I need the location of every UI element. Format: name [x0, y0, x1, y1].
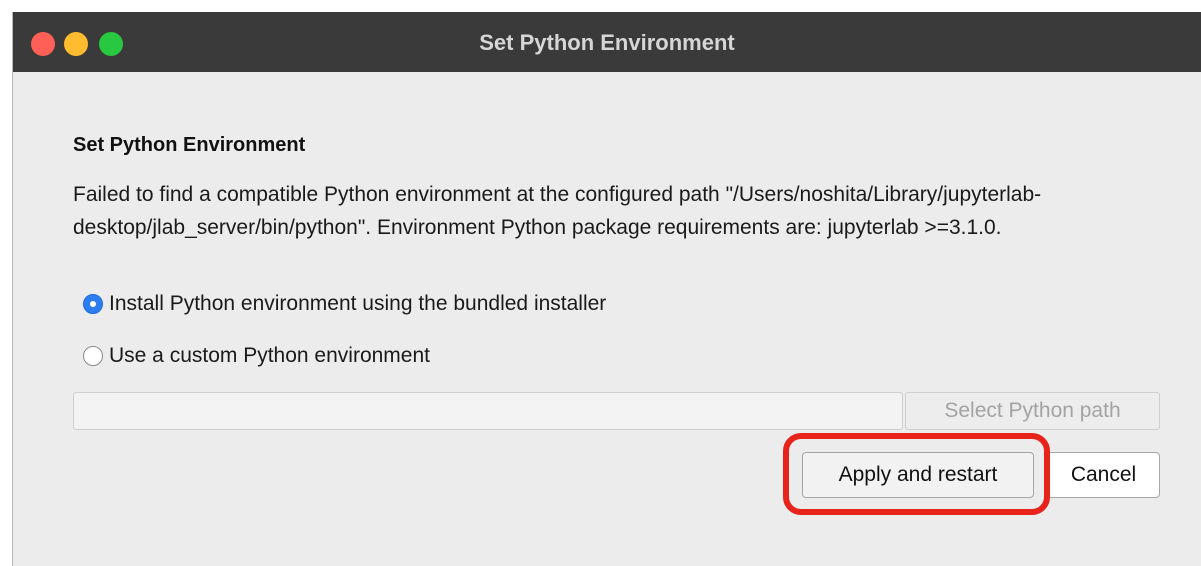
- dialog-heading: Set Python Environment: [73, 134, 306, 156]
- title-bar: Set Python Environment: [13, 12, 1201, 72]
- cancel-button[interactable]: Cancel: [1047, 452, 1160, 498]
- option-bundled-installer[interactable]: Install Python environment using the bun…: [83, 292, 606, 316]
- option-custom-environment-label: Use a custom Python environment: [109, 344, 430, 367]
- python-path-input[interactable]: [73, 392, 903, 430]
- radio-unselected-icon[interactable]: [83, 346, 103, 366]
- select-python-path-button[interactable]: Select Python path: [905, 392, 1160, 430]
- option-bundled-installer-label: Install Python environment using the bun…: [109, 292, 607, 315]
- window-title: Set Python Environment: [479, 30, 735, 55]
- dialog-window: Set Python Environment Set Python Enviro…: [12, 12, 1201, 566]
- apply-restart-button[interactable]: Apply and restart: [802, 452, 1034, 498]
- dialog-message: Failed to find a compatible Python envir…: [73, 183, 1042, 239]
- option-custom-environment[interactable]: Use a custom Python environment: [83, 344, 430, 368]
- radio-selected-icon[interactable]: [83, 294, 103, 314]
